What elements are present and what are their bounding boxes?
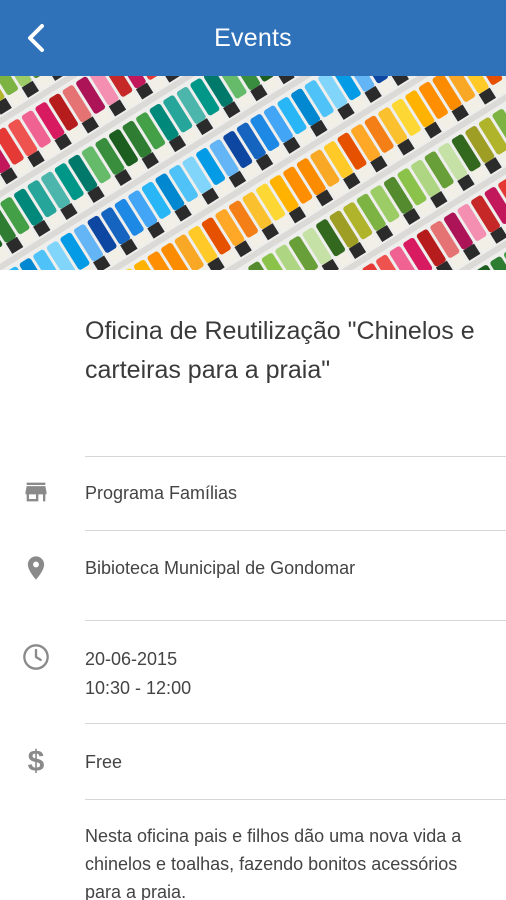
divider: [85, 723, 506, 724]
page-title: Events: [214, 23, 292, 52]
program-name: Programa Famílias: [85, 483, 238, 503]
event-price: Free: [85, 752, 123, 772]
event-description: Nesta oficina pais e filhos dão uma nova…: [85, 826, 462, 900]
divider: [85, 530, 506, 531]
divider: [85, 620, 506, 621]
location-pin-icon: [20, 552, 52, 584]
svg-text:$: $: [28, 745, 45, 777]
store-icon: [20, 476, 52, 508]
location-name: Bibioteca Municipal de Gondomar: [85, 558, 356, 578]
divider: [85, 456, 506, 457]
event-image: [0, 76, 506, 270]
divider: [85, 799, 506, 800]
back-arrow-icon: [28, 24, 44, 52]
event-time: 10:30 - 12:00: [85, 678, 192, 698]
back-button[interactable]: [18, 20, 54, 56]
event-title: Oficina de Reutilização "Chinelos e cart…: [85, 317, 475, 384]
app-bar: Events: [0, 0, 506, 76]
dollar-icon: $: [20, 745, 52, 777]
clock-icon: [20, 641, 52, 673]
event-date: 20-06-2015: [85, 649, 178, 669]
